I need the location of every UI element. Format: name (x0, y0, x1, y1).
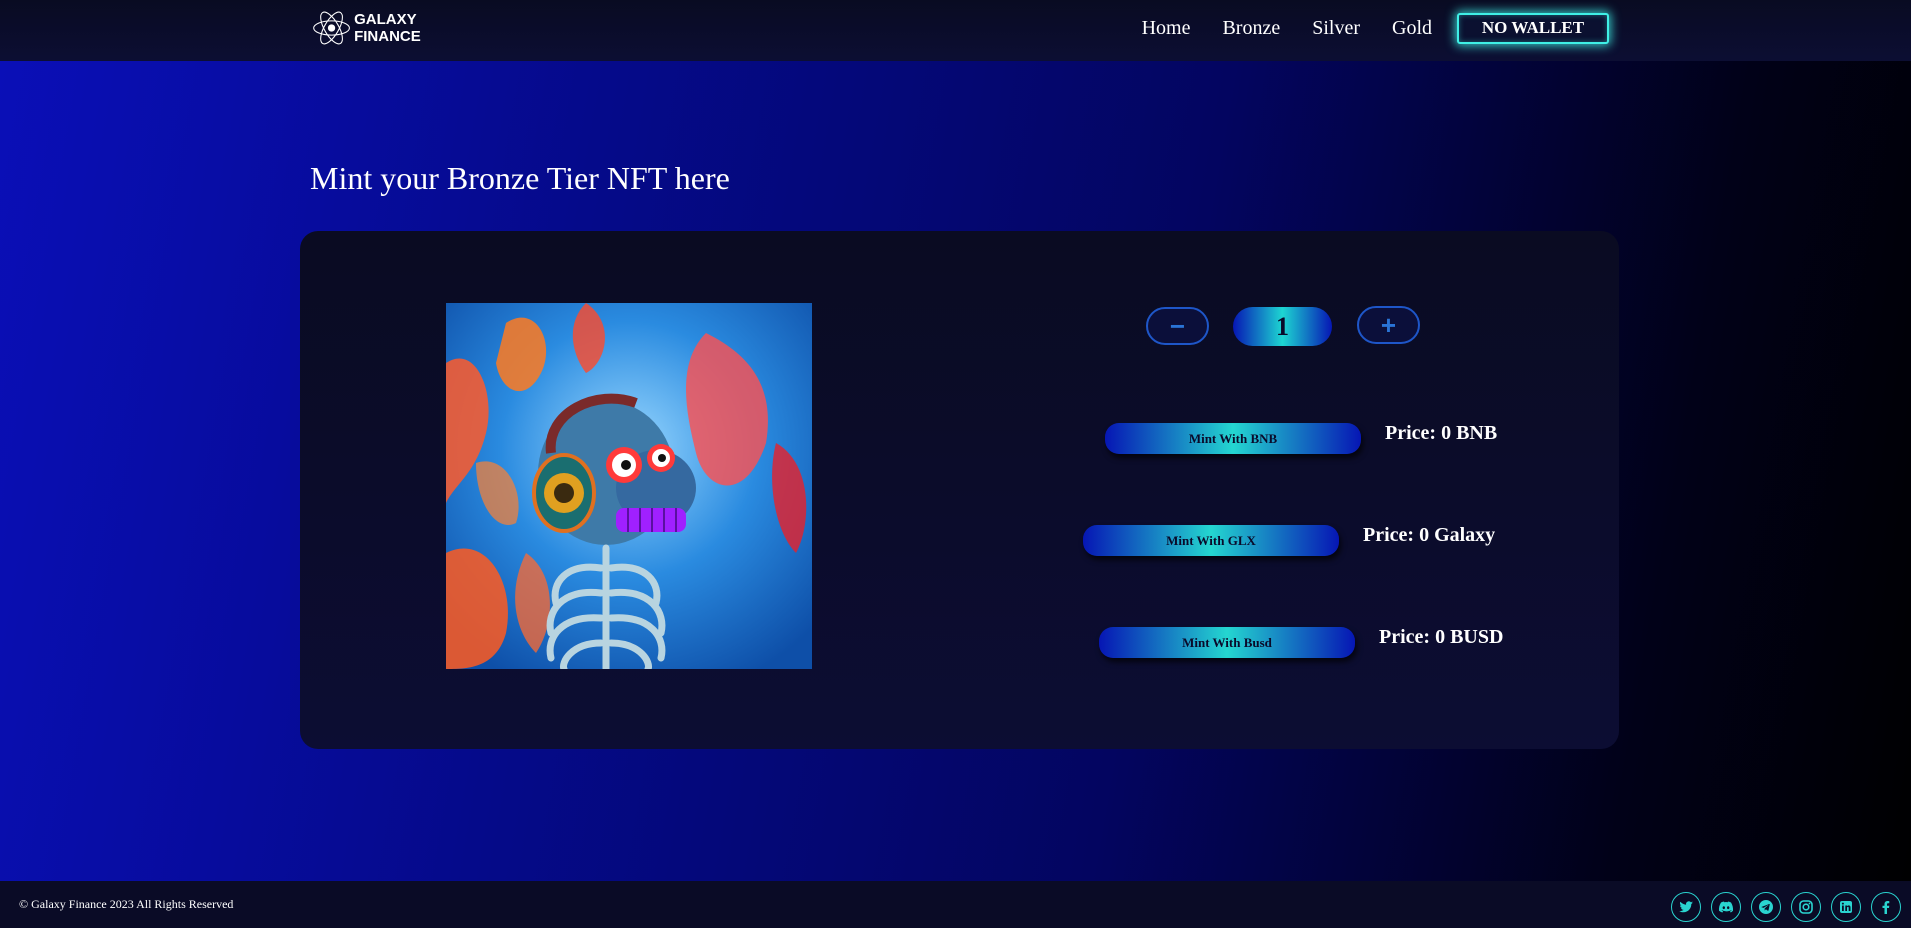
nav-gold[interactable]: Gold (1392, 17, 1432, 40)
price-glx: Price: 0 Galaxy (1363, 524, 1496, 546)
atom-logo-icon (313, 11, 350, 45)
social-links (1671, 892, 1901, 922)
increase-quantity-button[interactable]: + (1357, 306, 1420, 344)
mint-with-bnb-button[interactable]: Mint With BNB (1105, 423, 1361, 454)
telegram-icon[interactable] (1751, 892, 1781, 922)
logo[interactable]: GALAXY FINANCE (311, 4, 473, 52)
copyright-text: © Galaxy Finance 2023 All Rights Reserve… (19, 897, 234, 911)
price-busd: Price: 0 BUSD (1379, 626, 1504, 648)
price-bnb: Price: 0 BNB (1385, 422, 1498, 444)
instagram-icon[interactable] (1791, 892, 1821, 922)
footer: © Galaxy Finance 2023 All Rights Reserve… (0, 881, 1911, 928)
wallet-button[interactable]: NO WALLET (1457, 12, 1609, 44)
nav-bronze[interactable]: Bronze (1222, 17, 1280, 40)
facebook-icon[interactable] (1871, 892, 1901, 922)
twitter-icon[interactable] (1671, 892, 1701, 922)
nav-home[interactable]: Home (1142, 17, 1191, 40)
quantity-value: 1 (1233, 307, 1332, 346)
discord-icon[interactable] (1711, 892, 1741, 922)
page-title: Mint your Bronze Tier NFT here (310, 160, 730, 196)
mint-with-busd-button[interactable]: Mint With Busd (1099, 627, 1355, 658)
decrease-quantity-button[interactable]: − (1146, 307, 1209, 345)
nft-preview-image (446, 303, 812, 669)
linkedin-icon[interactable] (1831, 892, 1861, 922)
logo-text: GALAXY FINANCE (354, 11, 421, 45)
mint-with-glx-button[interactable]: Mint With GLX (1083, 525, 1339, 556)
main-nav: Home Bronze Silver Gold NO WALLET (1110, 0, 1609, 56)
mint-card: − 1 + Mint With BNB Price: 0 BNB Mint Wi… (300, 231, 1619, 749)
top-navbar: GALAXY FINANCE Home Bronze Silver Gold N… (0, 0, 1911, 61)
nav-silver[interactable]: Silver (1312, 17, 1360, 40)
